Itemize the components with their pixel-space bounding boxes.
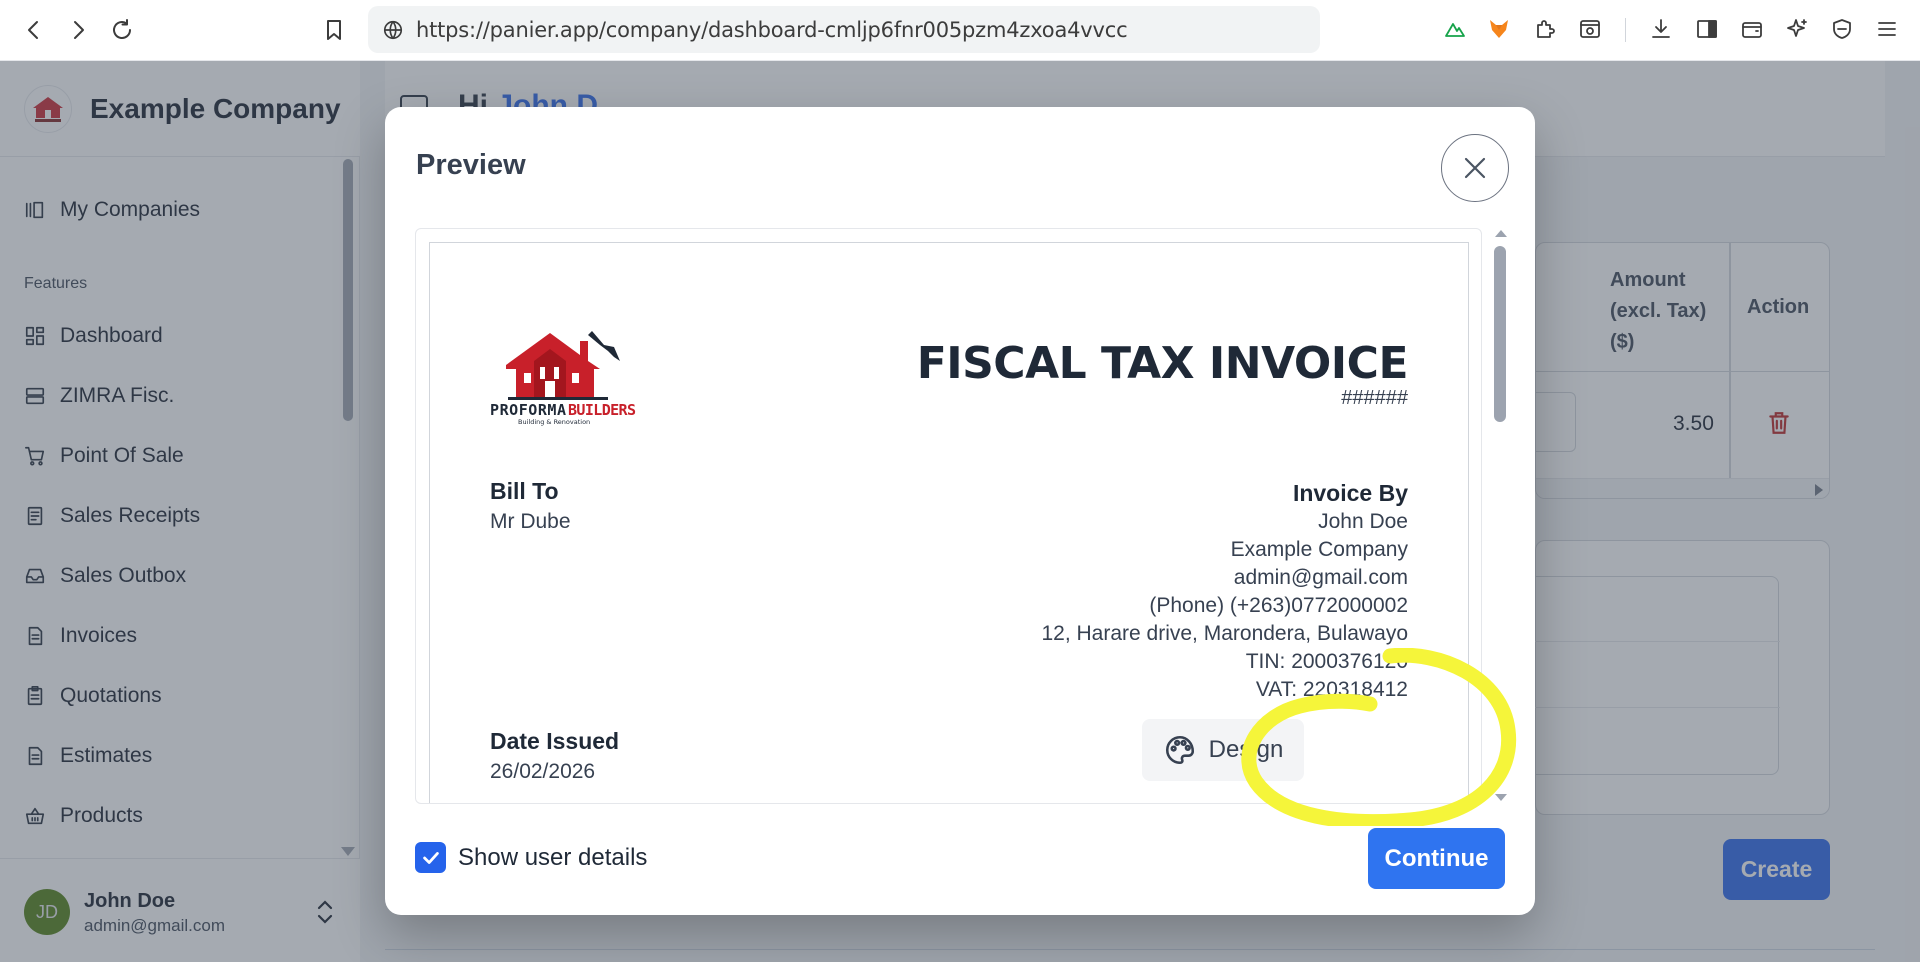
downloads-button[interactable] <box>1646 14 1676 44</box>
close-icon <box>1464 157 1486 179</box>
back-arrow-icon <box>28 21 38 39</box>
invoice-number: ###### <box>1341 387 1408 409</box>
shield-icon <box>1833 19 1851 39</box>
back-button[interactable] <box>16 12 52 48</box>
continue-button[interactable]: Continue <box>1368 828 1505 889</box>
show-user-details-checkbox[interactable] <box>415 842 446 873</box>
date-issued-value: 26/02/2026 <box>490 760 596 783</box>
checkmark-icon <box>422 851 439 864</box>
preview-modal: Preview PROFORMA BUILDERS Building & Ren… <box>385 107 1535 915</box>
sparkle-icon <box>1787 19 1807 37</box>
invoice-by-phone: (Phone) (+263)0772000002 <box>1149 594 1408 617</box>
browser-toolbar: https://panier.app/company/dashboard-cml… <box>0 0 1920 61</box>
date-issued-label: Date Issued <box>490 728 620 754</box>
url-text: https://panier.app/company/dashboard-cml… <box>416 17 1128 42</box>
design-button-label: Design <box>1208 736 1284 763</box>
invoice-by-name: John Doe <box>1318 510 1408 533</box>
invoice-by-vat: VAT: 220318412 <box>1255 678 1408 701</box>
proforma-builders-logo: PROFORMA BUILDERS Building & Renovation <box>490 331 636 426</box>
ai-button[interactable] <box>1782 14 1812 44</box>
logo-text-builders: BUILDERS <box>568 401 636 419</box>
shield-button[interactable] <box>1827 14 1857 44</box>
scrollbar-thumb[interactable] <box>1494 246 1506 422</box>
invoice-by-label: Invoice By <box>1292 480 1408 506</box>
wallet-button[interactable] <box>1737 14 1767 44</box>
invoice-title: FISCAL TAX INVOICE <box>916 338 1409 389</box>
fox-icon <box>1490 20 1508 38</box>
address-bar[interactable]: https://panier.app/company/dashboard-cml… <box>368 6 1320 53</box>
wallet-icon <box>1742 22 1762 38</box>
triangle-logo-icon <box>1445 23 1465 37</box>
sidebar-icon <box>1697 20 1717 38</box>
hamburger-icon <box>1878 22 1896 36</box>
scroll-up-icon[interactable] <box>1495 230 1507 237</box>
bookmark-icon <box>327 20 341 40</box>
invoice-page: PROFORMA BUILDERS Building & Renovation … <box>429 242 1469 803</box>
forward-button[interactable] <box>60 12 96 48</box>
invoice-by-address: 12, Harare drive, Marondera, Bulawayo <box>1041 622 1408 645</box>
window-search-icon <box>1580 20 1600 38</box>
show-user-details-label: Show user details <box>458 843 648 871</box>
scroll-down-icon[interactable] <box>1495 794 1507 801</box>
palette-icon <box>1165 735 1194 765</box>
close-button[interactable] <box>1441 134 1509 202</box>
puzzle-icon <box>1537 20 1555 38</box>
toolbar-separator <box>1625 18 1626 42</box>
screenshot-button[interactable] <box>1575 14 1605 44</box>
logo-subtext: Building & Renovation <box>518 418 590 426</box>
download-icon <box>1652 19 1670 38</box>
reload-button[interactable] <box>104 12 140 48</box>
extension-fox-button[interactable] <box>1484 14 1514 44</box>
invoice-by-email: admin@gmail.com <box>1233 566 1408 589</box>
invoice-by-block: Invoice By John Doe Example Company admi… <box>1041 478 1408 704</box>
modal-title: Preview <box>416 149 526 181</box>
menu-button[interactable] <box>1872 14 1902 44</box>
sidebar-toggle-button[interactable] <box>1692 14 1722 44</box>
extension-triangle-button[interactable] <box>1440 14 1470 44</box>
bill-to-name: Mr Dube <box>490 510 571 533</box>
logo-text-proforma: PROFORMA <box>490 401 566 419</box>
site-info-icon <box>383 20 403 39</box>
bookmark-button[interactable] <box>316 12 352 48</box>
bill-to-label: Bill To <box>490 478 559 504</box>
invoice-preview-frame[interactable]: PROFORMA BUILDERS Building & Renovation … <box>415 228 1482 804</box>
preview-scrollbar[interactable] <box>1493 228 1509 804</box>
reload-icon <box>113 19 131 39</box>
design-button[interactable]: Design <box>1142 719 1304 781</box>
extensions-button[interactable] <box>1530 14 1560 44</box>
show-user-details-toggle[interactable]: Show user details <box>415 842 647 873</box>
invoice-by-tin: TIN: 2000376120 <box>1245 650 1408 673</box>
invoice-by-company: Example Company <box>1230 538 1408 561</box>
forward-arrow-icon <box>74 21 84 39</box>
